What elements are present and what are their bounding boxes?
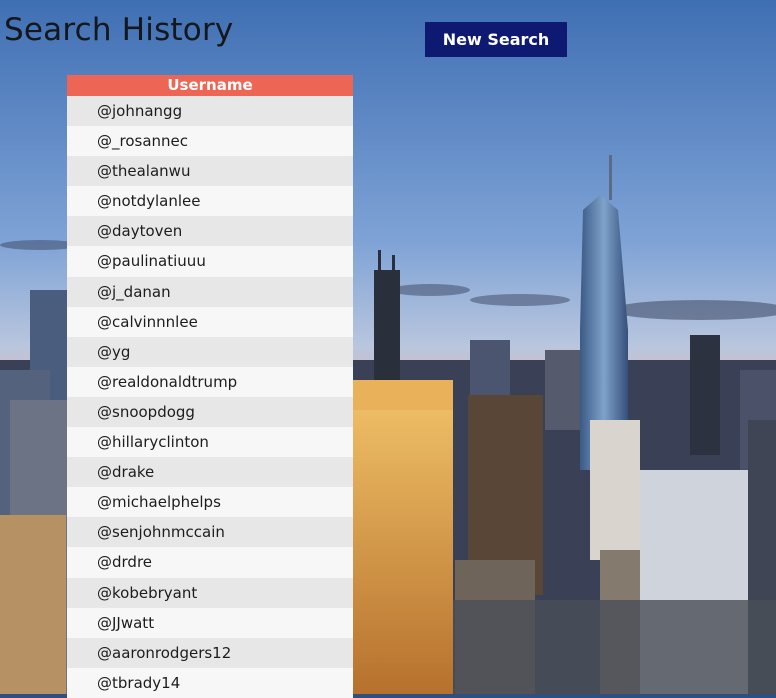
history-row[interactable]: @johnangg xyxy=(67,96,353,127)
username-column-header: Username xyxy=(67,75,353,96)
history-row[interactable]: @aaronrodgers12 xyxy=(67,637,353,668)
history-row[interactable]: @senjohnmccain xyxy=(67,517,353,548)
history-row[interactable]: @calvinnnlee xyxy=(67,306,353,337)
history-row[interactable]: @hillaryclinton xyxy=(67,427,353,458)
history-row[interactable]: @daytoven xyxy=(67,216,353,247)
page-title: Search History xyxy=(4,12,234,48)
history-row[interactable]: @paulinatiuuu xyxy=(67,246,353,277)
history-row[interactable]: @tbrady14 xyxy=(67,667,353,698)
history-row[interactable]: @drdre xyxy=(67,547,353,578)
history-row[interactable]: @j_danan xyxy=(67,276,353,307)
history-row[interactable]: @realdonaldtrump xyxy=(67,366,353,397)
history-row[interactable]: @drake xyxy=(67,457,353,488)
history-row[interactable]: @notdylanlee xyxy=(67,186,353,217)
history-row[interactable]: @thealanwu xyxy=(67,156,353,187)
history-rows: @johnangg @_rosannec @thealanwu @notdylanle… xyxy=(67,96,353,698)
history-row[interactable]: @kobebryant xyxy=(67,577,353,608)
history-row[interactable]: @JJwatt xyxy=(67,607,353,638)
new-search-button[interactable]: New Search xyxy=(425,22,567,57)
history-row[interactable]: @snoopdogg xyxy=(67,396,353,428)
history-row[interactable]: @_rosannec xyxy=(67,126,353,157)
history-row[interactable]: @yg xyxy=(67,336,353,367)
history-row[interactable]: @michaelphelps xyxy=(67,487,353,518)
search-history-table: Username @johnangg @_rosannec @thealanwu @n… xyxy=(67,75,353,698)
